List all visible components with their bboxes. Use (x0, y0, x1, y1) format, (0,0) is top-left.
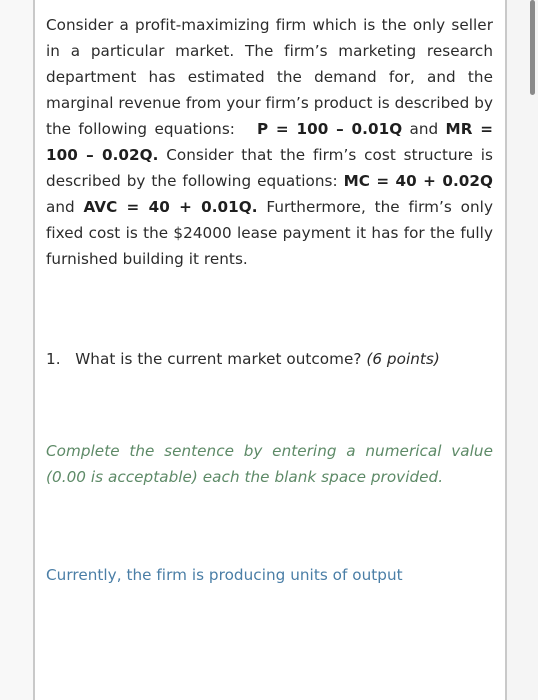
document-viewport: Consider a profit-maximizing firm which … (0, 0, 538, 700)
instruction-note: Complete the sentence by entering a nume… (46, 438, 493, 490)
equation-marginal-cost: MC = 40 + 0.02Q (343, 172, 493, 190)
answer-text: Currently, the firm is producing units o… (46, 566, 403, 584)
intro-conjunction-1: and (402, 120, 446, 138)
left-margin-gutter (0, 0, 33, 700)
question-number-spacer (61, 350, 76, 368)
vertical-scrollbar-track[interactable] (507, 0, 538, 700)
problem-statement-paragraph: Consider a profit-maximizing firm which … (46, 12, 493, 272)
equation-price: P = 100 – 0.01Q (256, 120, 403, 138)
intro-conjunction-2: and (46, 198, 84, 216)
equation-average-variable-cost: AVC = 40 + 0.01Q. (83, 198, 258, 216)
question-number: 1. (46, 350, 61, 368)
document-page: Consider a profit-maximizing firm which … (35, 0, 505, 700)
question-text: What is the current market outcome? (75, 350, 362, 368)
answer-sentence: Currently, the firm is producing units o… (46, 562, 493, 588)
instruction-text: Complete the sentence by entering a nume… (46, 442, 493, 486)
vertical-scrollbar-thumb[interactable] (530, 0, 535, 95)
intro-spacer-1 (235, 120, 257, 138)
question-1-paragraph: 1. What is the current market outcome? (… (46, 346, 493, 372)
question-points: (6 points) (361, 350, 440, 368)
